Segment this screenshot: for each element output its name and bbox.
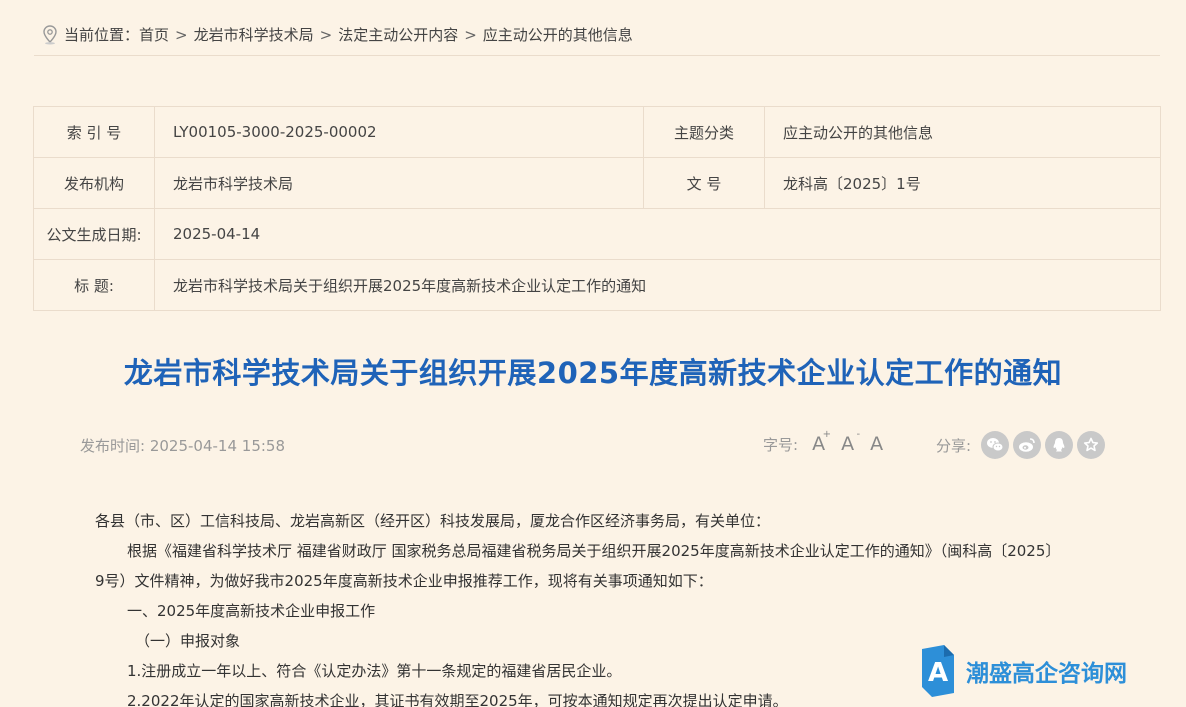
watermark-logo: A 潮盛高企咨询网 xyxy=(918,643,1127,699)
wechat-share-button[interactable] xyxy=(981,431,1010,459)
category-value: 应主动公开的其他信息 xyxy=(764,106,1161,158)
breadcrumb: 当前位置： 首页 > 龙岩市科学技术局 > 法定主动公开内容 > 应主动公开的其… xyxy=(42,22,633,48)
weibo-share-button[interactable] xyxy=(1013,431,1042,459)
font-increase-button[interactable]: A + xyxy=(812,429,831,455)
font-decrease-sup: - xyxy=(856,429,861,440)
page: 当前位置： 首页 > 龙岩市科学技术局 > 法定主动公开内容 > 应主动公开的其… xyxy=(0,0,1186,707)
meta-row: 公文生成日期: 2025-04-14 xyxy=(33,208,1161,260)
docno-value: 龙科高〔2025〕1号 xyxy=(764,157,1161,209)
title-value: 龙岩市科学技术局关于组织开展2025年度高新技术企业认定工作的通知 xyxy=(154,259,1161,311)
qq-icon xyxy=(1053,438,1065,452)
publish-time: 2025-04-14 15:58 xyxy=(149,437,286,455)
article-salutation: 各县（市、区）工信科技局、龙岩高新区（经开区）科技发展局，厦龙合作区经济事务局，… xyxy=(95,512,771,530)
font-size-label: 字号: xyxy=(763,435,799,454)
breadcrumb-other-info[interactable]: 应主动公开的其他信息 xyxy=(483,22,633,48)
publish-label: 发布时间: xyxy=(80,437,146,455)
breadcrumb-prefix: 当前位置： xyxy=(64,26,140,44)
issuer-value: 龙岩市科学技术局 xyxy=(154,157,644,209)
font-reset-button[interactable]: A xyxy=(870,433,883,455)
index-value: LY00105-3000-2025-00002 xyxy=(154,106,644,158)
section-heading: 一、2025年度高新技术企业申报工作 xyxy=(127,602,376,620)
wechat-icon xyxy=(987,438,1004,452)
publish-info: 发布时间: 2025-04-14 15:58 xyxy=(80,435,285,456)
breadcrumb-bureau[interactable]: 龙岩市科学技术局 xyxy=(194,22,314,48)
meta-row: 索 引 号 LY00105-3000-2025-00002 主题分类 应主动公开… xyxy=(33,106,1161,158)
date-label: 公文生成日期: xyxy=(33,208,155,260)
document-meta-table: 索 引 号 LY00105-3000-2025-00002 主题分类 应主动公开… xyxy=(33,106,1161,311)
breadcrumb-separator: > xyxy=(464,26,477,44)
docno-label: 文 号 xyxy=(643,157,765,209)
location-pin-icon xyxy=(43,25,57,45)
favorite-share-button[interactable] xyxy=(1077,431,1106,459)
meta-row: 标 题: 龙岩市科学技术局关于组织开展2025年度高新技术企业认定工作的通知 xyxy=(33,259,1161,311)
title-label: 标 题: xyxy=(33,259,155,311)
font-decrease-glyph: A xyxy=(841,433,855,455)
breadcrumb-divider xyxy=(34,55,1160,56)
qq-share-button[interactable] xyxy=(1045,431,1074,459)
date-value: 2025-04-14 xyxy=(154,208,1161,260)
star-icon xyxy=(1083,437,1099,452)
meta-row: 发布机构 龙岩市科学技术局 文 号 龙科高〔2025〕1号 xyxy=(33,157,1161,209)
breadcrumb-separator: > xyxy=(319,26,333,44)
breadcrumb-separator: > xyxy=(175,26,188,44)
breadcrumb-home[interactable]: 首页 xyxy=(139,22,169,48)
watermark-letter: A xyxy=(928,658,948,688)
issuer-label: 发布机构 xyxy=(33,157,155,209)
font-size-controls: 字号: A + A- A xyxy=(763,429,883,455)
share-controls: 分享: xyxy=(936,431,1106,459)
breadcrumb-legal-content[interactable]: 法定主动公开内容 xyxy=(338,22,458,48)
font-increase-sup: + xyxy=(822,429,832,440)
watermark-text: 潮盛高企咨询网 xyxy=(966,660,1127,687)
article-paragraph: 根据《福建省科学技术厅 福建省财政厅 国家税务总局福建省税务局关于组织开展202… xyxy=(95,542,1061,590)
article-title: 龙岩市科学技术局关于组织开展2025年度高新技术企业认定工作的通知 xyxy=(123,356,1063,390)
category-label: 主题分类 xyxy=(643,106,765,158)
weibo-icon xyxy=(1019,438,1035,452)
font-decrease-button[interactable]: A- xyxy=(841,429,860,455)
watermark-emblem-icon: A xyxy=(922,645,954,697)
share-label: 分享: xyxy=(936,436,972,455)
index-label: 索 引 号 xyxy=(33,106,155,158)
